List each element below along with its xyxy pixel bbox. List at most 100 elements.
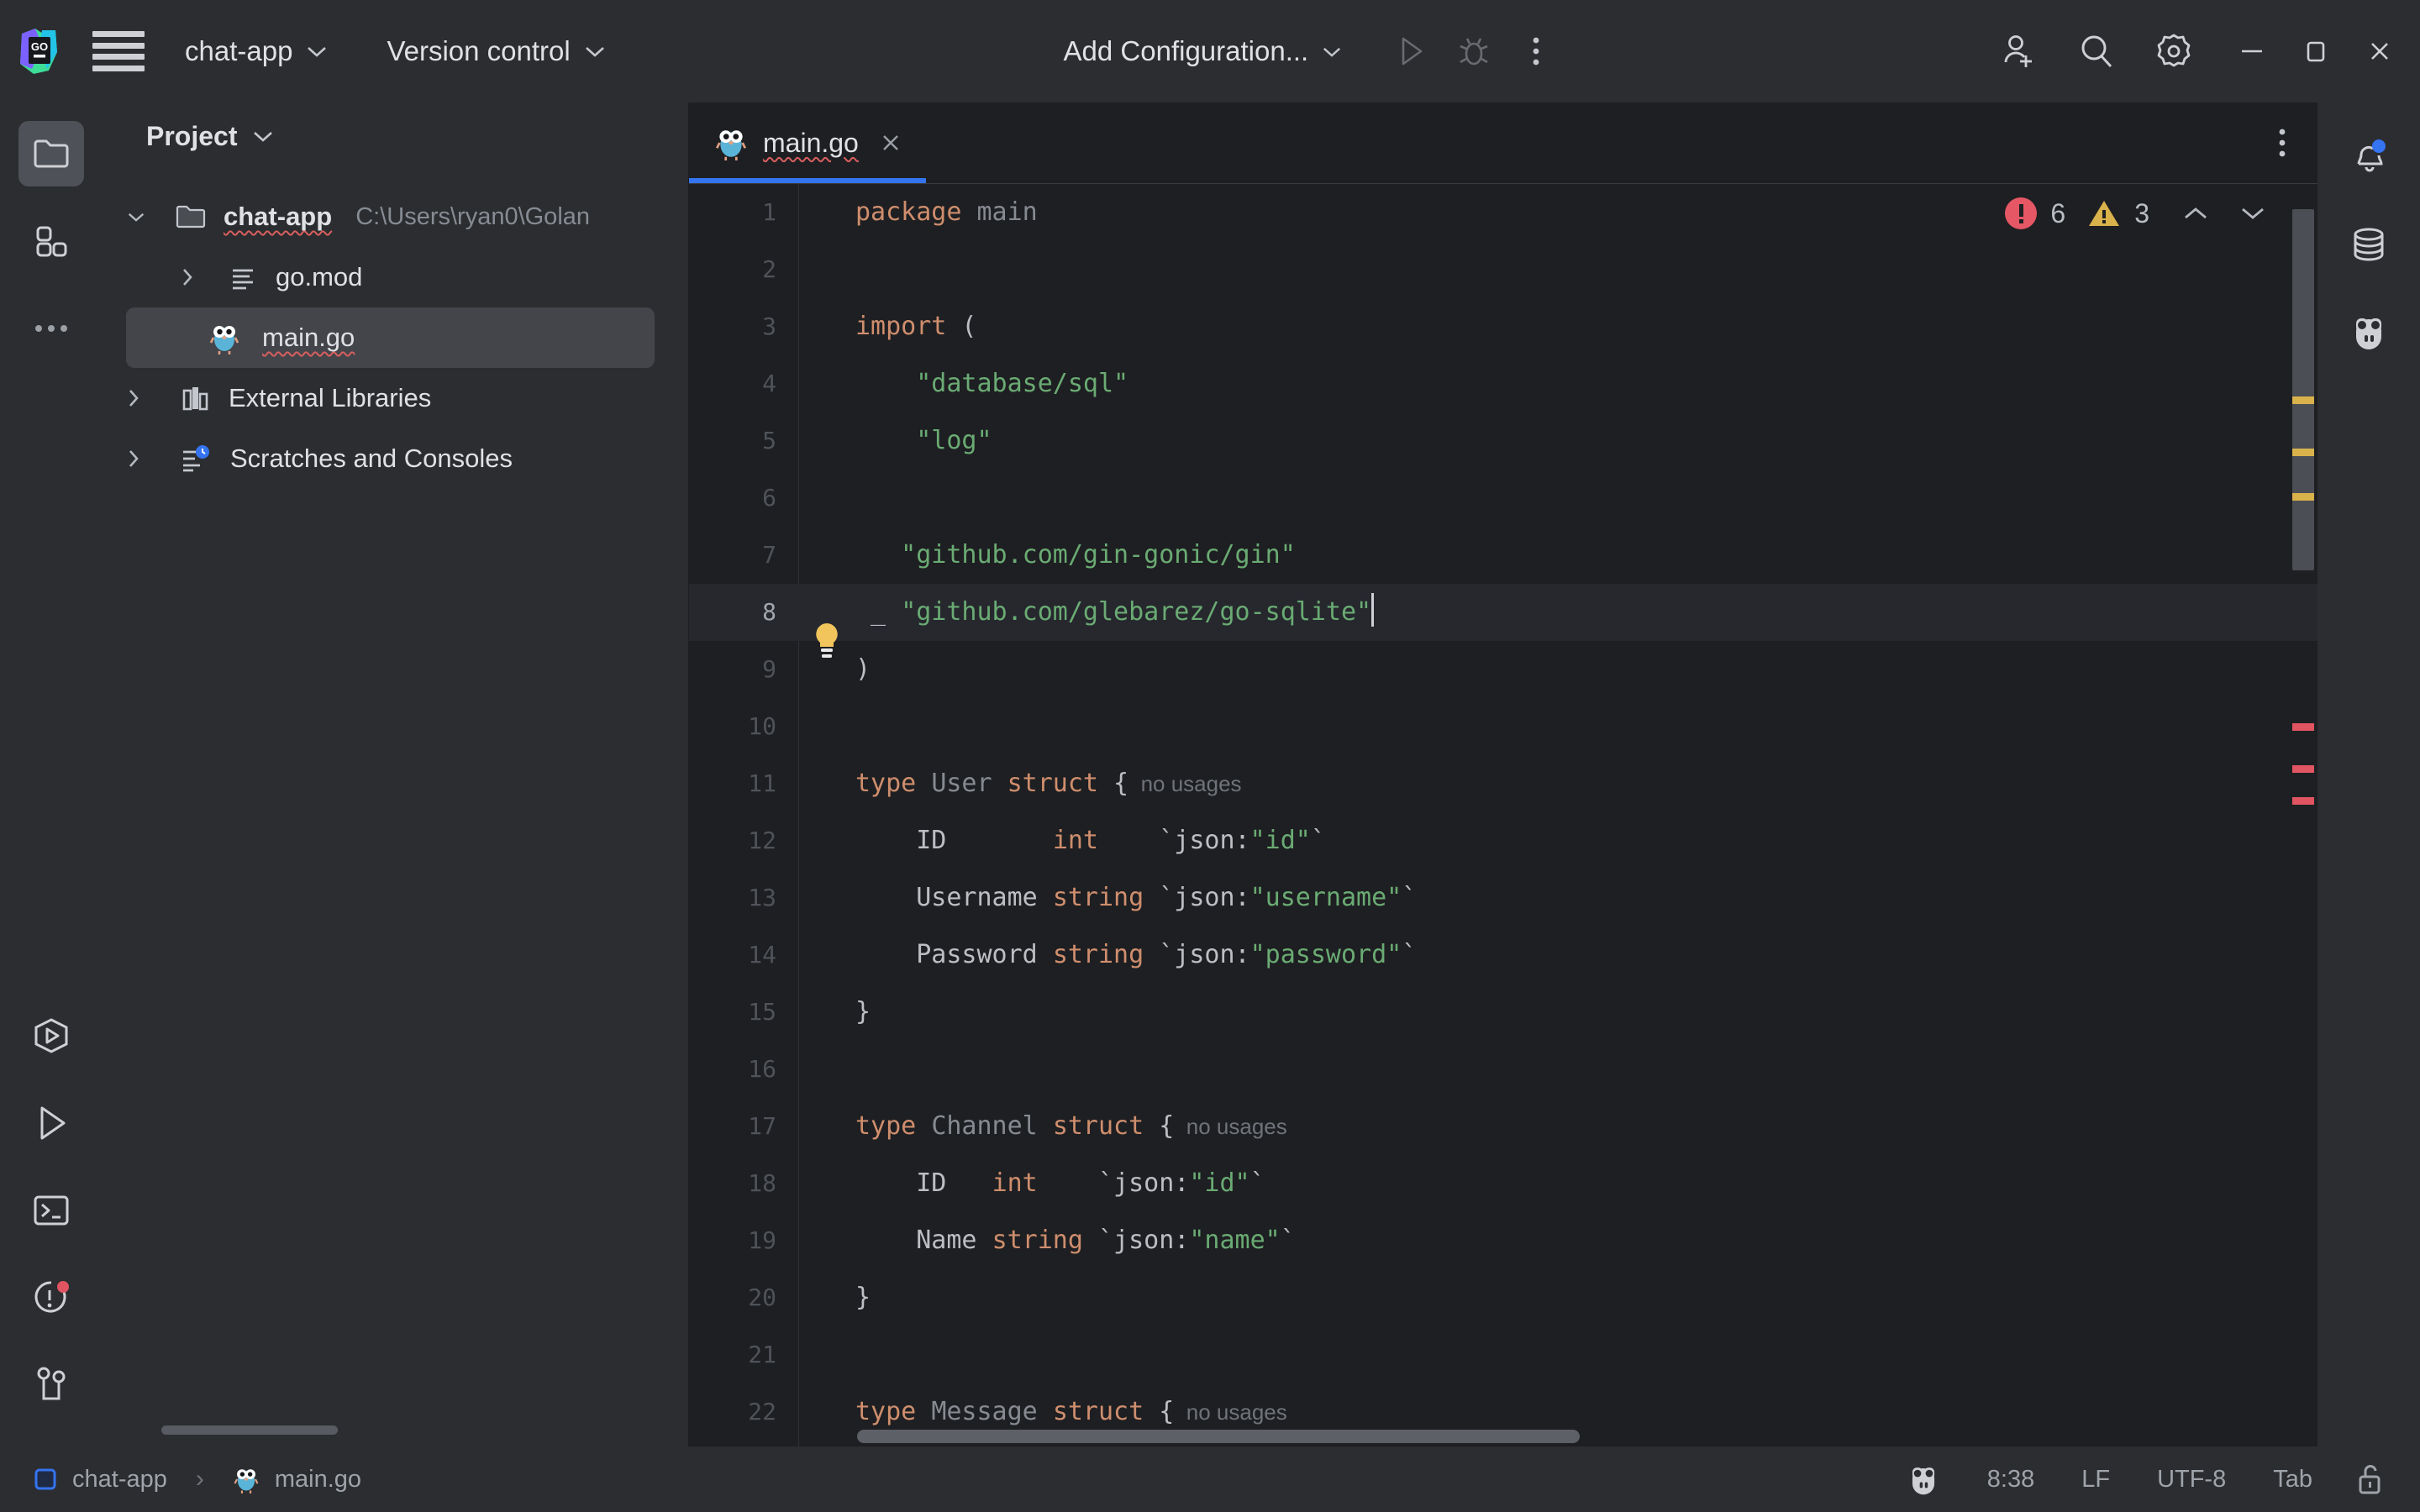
breadcrumb-item-chat-app[interactable]: chat-app bbox=[72, 1466, 167, 1494]
code-text[interactable]: "github.com/gin-gonic/gin" bbox=[855, 527, 1296, 584]
more-vertical-icon[interactable] bbox=[2277, 126, 2287, 160]
more-tool-windows-icon[interactable] bbox=[18, 296, 84, 361]
editor-marker-gutter[interactable] bbox=[2289, 184, 2317, 1446]
unlocked-icon[interactable] bbox=[2354, 1462, 2386, 1497]
run-button[interactable] bbox=[1381, 22, 1443, 81]
search-icon[interactable] bbox=[2065, 22, 2128, 81]
editor-vertical-scrollbar-thumb[interactable] bbox=[2292, 209, 2314, 570]
chevron-down-icon[interactable] bbox=[126, 211, 165, 223]
code-line[interactable]: 13 Username string `json:"username"` bbox=[689, 869, 2317, 927]
tree-item-main-go[interactable]: main.go bbox=[126, 307, 655, 368]
chevron-right-icon[interactable] bbox=[126, 448, 165, 470]
tree-item-go-mod[interactable]: go.mod bbox=[103, 247, 688, 307]
problems-icon[interactable] bbox=[18, 1265, 84, 1331]
file-encoding[interactable]: UTF-8 bbox=[2133, 1466, 2249, 1494]
project-widget[interactable]: chat-app bbox=[166, 24, 346, 78]
breadcrumb-item-main-go[interactable]: main.go bbox=[275, 1466, 361, 1494]
code-lines[interactable]: 1package main23import (4 "database/sql"5… bbox=[689, 184, 2317, 1446]
run-icon[interactable] bbox=[18, 1090, 84, 1156]
code-text[interactable]: "log" bbox=[855, 412, 992, 470]
add-user-icon[interactable] bbox=[1988, 22, 2050, 81]
ai-assistant-icon[interactable] bbox=[2336, 299, 2402, 365]
structure-icon[interactable] bbox=[18, 208, 84, 274]
indent-setting[interactable]: Tab bbox=[2249, 1466, 2336, 1494]
chevron-right-icon[interactable] bbox=[126, 387, 165, 409]
code-token: `json: bbox=[1098, 1168, 1189, 1198]
chevron-right-icon[interactable] bbox=[180, 266, 218, 288]
code-line[interactable]: 20} bbox=[689, 1269, 2317, 1326]
code-text[interactable]: import ( bbox=[855, 298, 977, 355]
code-line[interactable]: 6 bbox=[689, 470, 2317, 527]
minimize-icon[interactable] bbox=[2220, 0, 2284, 102]
project-folder-icon[interactable] bbox=[18, 121, 84, 186]
project-horizontal-scrollbar[interactable] bbox=[161, 1425, 338, 1435]
project-tree: chat-app C:\Users\ryan0\Golan go.mod bbox=[103, 170, 688, 489]
project-panel-header[interactable]: Project bbox=[103, 102, 688, 170]
code-line[interactable]: 5 "log" bbox=[689, 412, 2317, 470]
code-viewport[interactable]: 1package main23import (4 "database/sql"5… bbox=[689, 184, 2317, 1446]
chevron-down-icon[interactable] bbox=[2238, 204, 2267, 223]
code-text[interactable]: Password string `json:"password"` bbox=[855, 927, 1417, 984]
error-marker[interactable] bbox=[2292, 723, 2314, 731]
code-line[interactable]: 9) bbox=[689, 641, 2317, 698]
code-text[interactable]: } bbox=[855, 984, 871, 1041]
code-text[interactable]: } bbox=[855, 1269, 871, 1326]
warning-marker[interactable] bbox=[2292, 449, 2314, 456]
code-text[interactable]: Name string `json:"name"` bbox=[855, 1212, 1296, 1269]
ai-assistant-icon[interactable] bbox=[1905, 1462, 1942, 1496]
editor-tab-main-go[interactable]: main.go bbox=[689, 102, 926, 183]
code-line[interactable]: 18 ID int `json:"id"` bbox=[689, 1155, 2317, 1212]
chevron-down-icon[interactable] bbox=[252, 129, 274, 143]
caret-position[interactable]: 8:38 bbox=[1964, 1466, 2058, 1494]
tree-item-external-libraries[interactable]: External Libraries bbox=[103, 368, 688, 428]
code-line[interactable]: 12 ID int `json:"id"` bbox=[689, 812, 2317, 869]
code-line[interactable]: 11type User struct { no usages bbox=[689, 755, 2317, 812]
error-marker[interactable] bbox=[2292, 797, 2314, 805]
line-separator[interactable]: LF bbox=[2058, 1466, 2133, 1494]
code-line[interactable]: 8 _ "github.com/glebarez/go-sqlite" bbox=[689, 584, 2317, 641]
editor-horizontal-scrollbar[interactable] bbox=[857, 1430, 1580, 1443]
code-line[interactable]: 2 bbox=[689, 241, 2317, 298]
code-text[interactable]: "database/sql" bbox=[855, 355, 1128, 412]
code-line[interactable]: 4 "database/sql" bbox=[689, 355, 2317, 412]
code-text[interactable]: ID int `json:"id"` bbox=[855, 812, 1326, 869]
hamburger-menu-icon[interactable] bbox=[92, 31, 145, 71]
code-line[interactable]: 17type Channel struct { no usages bbox=[689, 1098, 2317, 1155]
code-token: User bbox=[931, 769, 992, 798]
inspections-widget[interactable]: 6 3 bbox=[2005, 197, 2267, 229]
code-text[interactable]: Username string `json:"username"` bbox=[855, 869, 1417, 927]
code-text[interactable]: ID int `json:"id"` bbox=[855, 1155, 1265, 1212]
close-icon[interactable] bbox=[879, 131, 902, 155]
code-text[interactable]: package main bbox=[855, 184, 1038, 241]
code-text[interactable]: _ "github.com/glebarez/go-sqlite" bbox=[855, 584, 1374, 641]
notifications-bell-icon[interactable] bbox=[2336, 124, 2402, 190]
tree-item-chat-app[interactable]: chat-app C:\Users\ryan0\Golan bbox=[103, 186, 688, 247]
run-configuration-selector[interactable]: Add Configuration... bbox=[1045, 24, 1361, 78]
chevron-up-icon[interactable] bbox=[2181, 204, 2210, 223]
debug-button[interactable] bbox=[1443, 22, 1505, 81]
code-line[interactable]: 3import ( bbox=[689, 298, 2317, 355]
terminal-icon[interactable] bbox=[18, 1178, 84, 1243]
restore-icon[interactable] bbox=[2284, 0, 2348, 102]
version-control-branch-icon[interactable] bbox=[18, 1352, 84, 1418]
warning-marker[interactable] bbox=[2292, 396, 2314, 404]
code-line[interactable]: 21 bbox=[689, 1326, 2317, 1383]
code-line[interactable]: 19 Name string `json:"name"` bbox=[689, 1212, 2317, 1269]
database-icon[interactable] bbox=[2336, 212, 2402, 277]
error-marker[interactable] bbox=[2292, 765, 2314, 773]
version-control-widget[interactable]: Version control bbox=[368, 24, 623, 78]
gear-icon[interactable] bbox=[2143, 22, 2205, 81]
run-anything-icon[interactable] bbox=[18, 1003, 84, 1068]
warning-marker[interactable] bbox=[2292, 493, 2314, 501]
close-icon[interactable] bbox=[2348, 0, 2412, 102]
more-actions-button[interactable] bbox=[1505, 22, 1567, 81]
code-line[interactable]: 10 bbox=[689, 698, 2317, 755]
code-line[interactable]: 16 bbox=[689, 1041, 2317, 1098]
code-line[interactable]: 15} bbox=[689, 984, 2317, 1041]
code-text[interactable]: ) bbox=[855, 641, 871, 698]
code-text[interactable]: type Channel struct { no usages bbox=[855, 1098, 1287, 1155]
tree-item-scratches-and-consoles[interactable]: Scratches and Consoles bbox=[103, 428, 688, 489]
code-line[interactable]: 14 Password string `json:"password"` bbox=[689, 927, 2317, 984]
code-line[interactable]: 7 "github.com/gin-gonic/gin" bbox=[689, 527, 2317, 584]
code-text[interactable]: type User struct { no usages bbox=[855, 755, 1242, 812]
